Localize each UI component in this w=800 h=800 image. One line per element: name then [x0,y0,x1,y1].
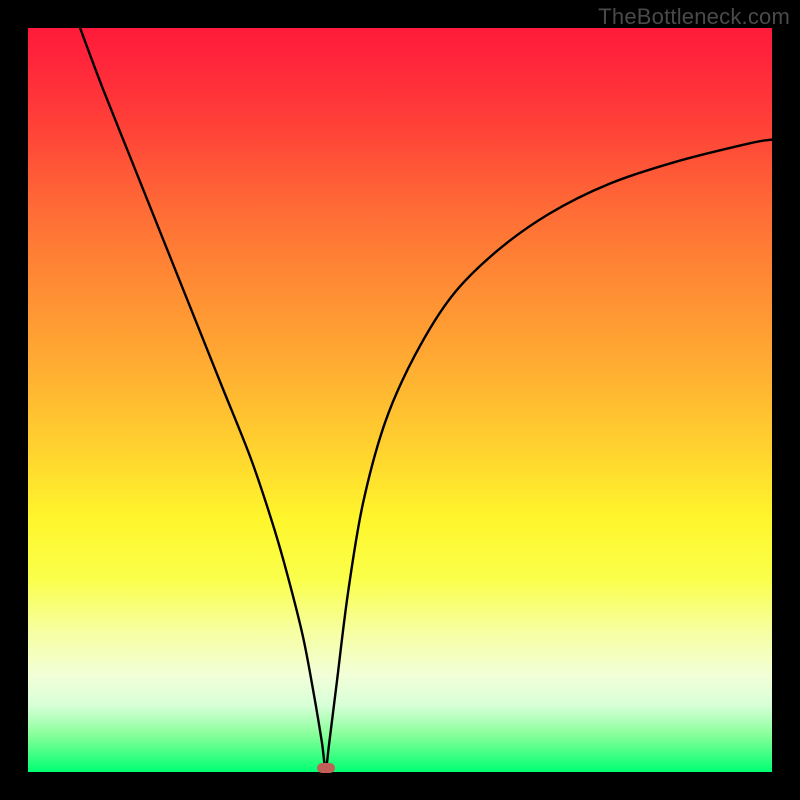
bottleneck-curve [28,28,772,772]
optimal-point-marker [317,763,335,773]
chart-plot-area [28,28,772,772]
watermark-text: TheBottleneck.com [598,4,790,30]
